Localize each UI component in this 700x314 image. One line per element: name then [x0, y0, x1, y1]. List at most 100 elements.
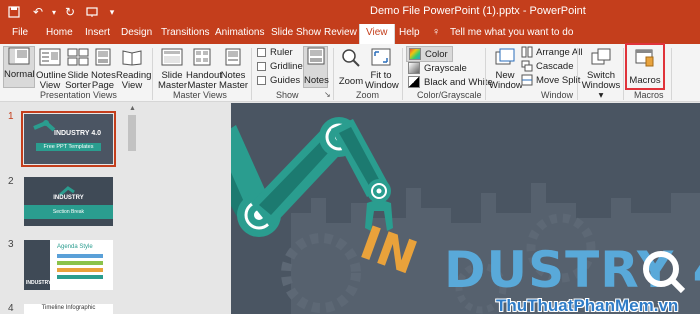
cascade-button[interactable]: Cascade: [521, 60, 574, 72]
tab-slide-show[interactable]: Slide Show: [271, 27, 321, 38]
chevron-down-icon[interactable]: ▾: [46, 4, 62, 20]
slide-sorter-button[interactable]: Slide Sorter: [64, 48, 92, 91]
group-label-zoom: Zoom: [356, 90, 380, 100]
agenda-bar: [57, 275, 103, 279]
group-divider: [485, 48, 486, 100]
slide-master-button[interactable]: Slide Master: [158, 48, 187, 91]
checkbox-box: [257, 62, 266, 71]
group-divider: [251, 48, 252, 100]
bw-swatch-icon: [408, 76, 420, 88]
fit-to-window-button[interactable]: Fit to Window: [365, 48, 399, 91]
title-bar: ↶ ▾ ↻ ▾ Demo File PowerPoint (1).pptx - …: [0, 0, 700, 24]
tab-help[interactable]: Help: [399, 27, 420, 38]
tab-view[interactable]: View: [359, 24, 395, 44]
normal-view-icon: [8, 47, 30, 65]
tab-animations[interactable]: Animations: [215, 27, 264, 38]
fit-window-icon: [371, 48, 391, 66]
tab-file[interactable]: File: [12, 27, 28, 38]
ruler-checkbox[interactable]: Ruler: [257, 47, 293, 58]
group-divider: [671, 48, 672, 100]
slide-number: 4: [8, 303, 14, 314]
grayscale-button[interactable]: Grayscale: [408, 62, 467, 74]
tab-home[interactable]: Home: [46, 27, 73, 38]
arrange-all-icon: [521, 46, 533, 58]
notes-icon: [307, 47, 324, 65]
panel-scrollbar[interactable]: ▲: [127, 103, 137, 314]
ribbon-tabs: File Home Insert Design Transitions Anim…: [0, 24, 700, 44]
handout-master-button[interactable]: Handout Master: [186, 48, 222, 91]
move-split-button[interactable]: Move Split: [521, 74, 580, 86]
black-and-white-button[interactable]: Black and White: [408, 76, 493, 88]
slide-sorter-icon: [67, 48, 89, 66]
cascade-icon: [521, 60, 533, 72]
color-button[interactable]: Color: [406, 46, 453, 62]
slide-1-art: [33, 120, 56, 132]
tab-transitions[interactable]: Transitions: [161, 27, 210, 38]
group-label-show: Show: [276, 90, 299, 100]
slide-editor-canvas[interactable]: IN DUSTRY 4. ThuThuatPhanMem.vn: [231, 103, 700, 314]
tab-review[interactable]: Review: [324, 27, 357, 38]
slide-thumbnail-1[interactable]: INDUSTRY 4.0 Free PPT Templates: [24, 114, 113, 164]
gridlines-checkbox[interactable]: Gridlines: [257, 61, 308, 72]
watermark-text: ThuThuatPhanMem.vn: [496, 296, 679, 314]
slide-thumbnail-4[interactable]: Timeline Infographic: [24, 304, 113, 314]
notes-master-button[interactable]: Notes Master: [219, 48, 248, 91]
checkbox-box: [257, 48, 266, 57]
slide-thumbnail-2[interactable]: INDUSTRY Section Break: [24, 177, 113, 226]
group-label-window: Window: [541, 90, 574, 100]
slide-number: 2: [8, 176, 14, 187]
color-swatch-icon: [409, 48, 421, 60]
reading-view-button[interactable]: Reading View: [116, 48, 151, 91]
save-icon[interactable]: [6, 4, 22, 20]
tab-design[interactable]: Design: [121, 27, 152, 38]
agenda-bar: [57, 268, 103, 272]
notes-page-button[interactable]: Notes Page: [91, 48, 116, 91]
dialog-launcher-icon[interactable]: ↘: [324, 90, 331, 99]
slide-number: 1: [8, 111, 14, 122]
switch-windows-button[interactable]: Switch Windows ▾: [580, 48, 622, 101]
redo-icon[interactable]: ↻: [62, 4, 78, 20]
slide-thumbnail-panel: ▲ 1 INDUSTRY 4.0 Free PPT Templates 2 IN…: [0, 103, 231, 314]
arrange-all-button[interactable]: Arrange All: [521, 46, 582, 58]
start-slideshow-icon[interactable]: [84, 4, 100, 20]
group-divider: [577, 48, 578, 100]
group-divider: [333, 48, 334, 100]
zoom-button[interactable]: Zoom: [338, 48, 364, 87]
group-label-presentation-views: Presentation Views: [40, 90, 117, 100]
scroll-up-icon[interactable]: ▲: [129, 105, 136, 112]
handout-master-icon: [193, 48, 211, 66]
macros-icon: [635, 49, 654, 67]
group-divider: [152, 48, 153, 100]
group-divider: [402, 48, 403, 100]
scrollbar-thumb[interactable]: [128, 115, 136, 151]
guides-checkbox[interactable]: Guides: [257, 75, 300, 86]
new-window-icon: [495, 48, 515, 65]
notes-master-icon: [225, 48, 241, 66]
group-label-master-views: Master Views: [173, 90, 227, 100]
window-title: Demo File PowerPoint (1).pptx - PowerPoi…: [370, 5, 586, 17]
macros-button[interactable]: Macros: [625, 43, 665, 90]
undo-icon[interactable]: ↶: [30, 4, 46, 20]
tab-insert[interactable]: Insert: [85, 27, 110, 38]
switch-windows-icon: [591, 48, 611, 65]
outline-view-icon: [39, 48, 61, 66]
customize-toolbar-icon[interactable]: ▾: [104, 4, 120, 20]
notes-page-icon: [95, 48, 111, 66]
new-window-button[interactable]: New Window: [489, 48, 523, 91]
outline-view-button[interactable]: Outline View: [36, 48, 66, 91]
normal-view-button[interactable]: Normal: [3, 46, 35, 88]
group-label-color-grayscale: Color/Grayscale: [417, 90, 482, 100]
slide-master-icon: [161, 48, 183, 66]
grayscale-swatch-icon: [408, 62, 420, 74]
lightbulb-icon: ♀: [432, 26, 441, 38]
group-label-macros: Macros: [634, 90, 664, 100]
slide-thumbnail-3[interactable]: INDUSTRY Agenda Style: [24, 240, 113, 290]
slide-number: 3: [8, 239, 14, 250]
reading-view-icon: [122, 50, 142, 66]
group-divider: [623, 48, 624, 100]
magnifier-icon: [342, 49, 360, 67]
checkbox-box: [257, 76, 266, 85]
notes-toggle-button[interactable]: Notes: [303, 46, 329, 88]
magnifier-logo-icon: [643, 251, 685, 293]
tell-me-search[interactable]: Tell me what you want to do: [450, 27, 573, 38]
